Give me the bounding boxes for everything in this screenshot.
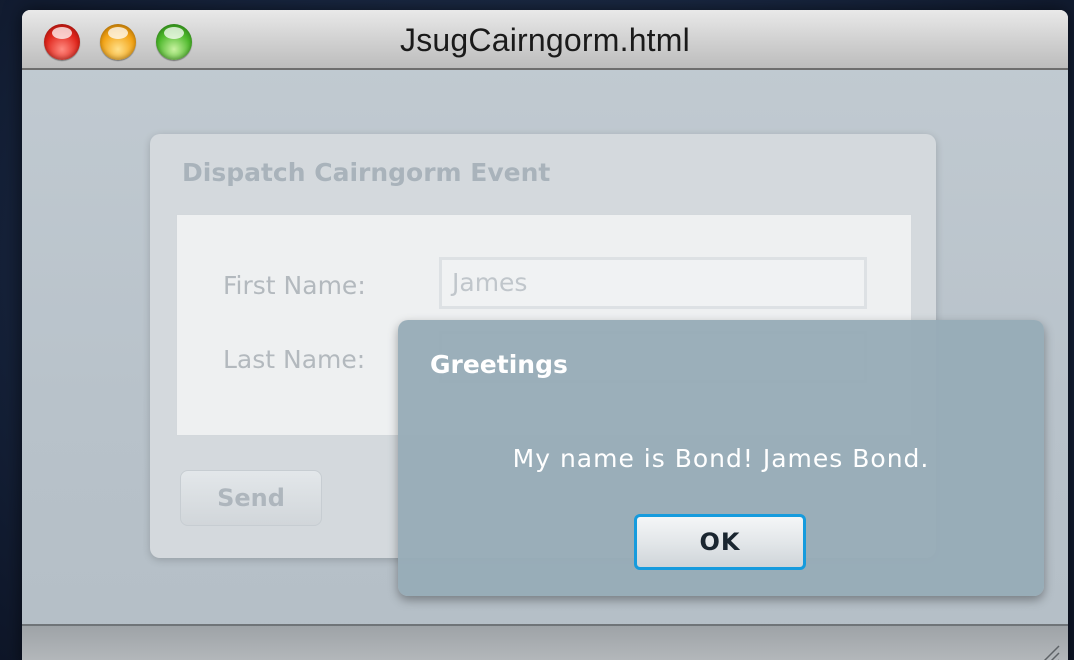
- dialog-title: Greetings: [430, 350, 568, 379]
- last-name-label: Last Name:: [223, 345, 366, 374]
- browser-window: JsugCairngorm.html Dispatch Cairngorm Ev…: [22, 10, 1068, 660]
- first-name-label: First Name:: [223, 271, 366, 300]
- ok-button[interactable]: OK: [634, 514, 806, 570]
- resize-grip-icon[interactable]: [1036, 642, 1060, 660]
- send-button[interactable]: Send: [180, 470, 322, 526]
- dialog-message: My name is Bond! James Bond.: [512, 444, 930, 473]
- first-name-field[interactable]: James: [439, 257, 867, 309]
- status-bar: [22, 624, 1068, 660]
- greetings-alert-dialog: Greetings My name is Bond! James Bond. O…: [398, 320, 1044, 596]
- title-bar[interactable]: JsugCairngorm.html: [22, 10, 1068, 70]
- window-title: JsugCairngorm.html: [400, 22, 690, 58]
- panel-title: Dispatch Cairngorm Event: [182, 158, 551, 187]
